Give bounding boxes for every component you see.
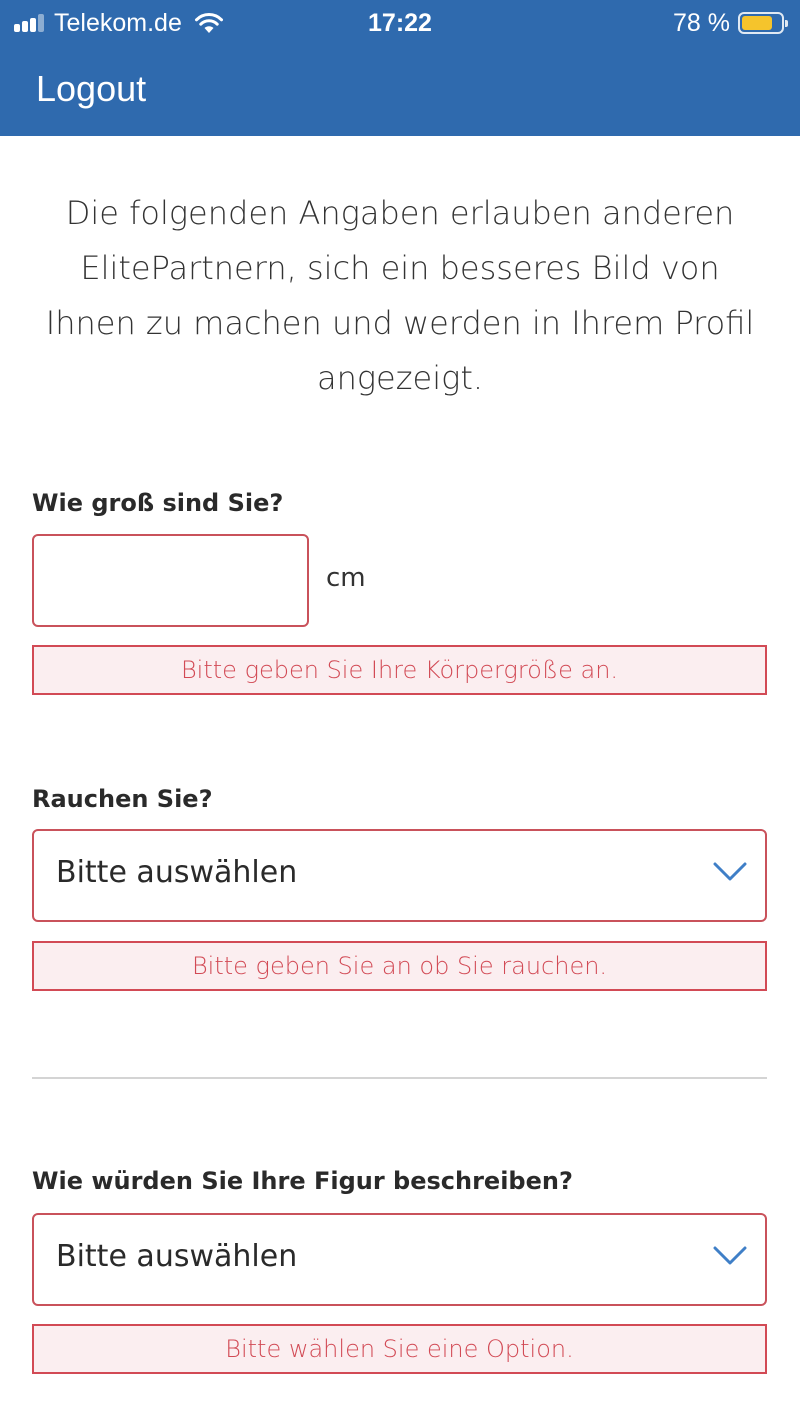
height-error-message: Bitte geben Sie Ihre Körpergröße an. [32,645,767,695]
figure-select-value: Bitte auswählen [56,1239,298,1274]
chevron-down-icon [713,1246,747,1265]
intro-text: Die folgenden Angaben erlauben anderen E… [45,194,755,397]
status-bar: Telekom.de 17:22 78 % [0,0,800,46]
logout-button[interactable]: Logout [36,68,146,110]
height-input[interactable] [32,534,309,627]
figure-label: Wie würden Sie Ihre Figur beschreiben? [32,1167,573,1195]
smoking-select-value: Bitte auswählen [56,855,298,890]
battery-level-fill [742,16,772,30]
battery-icon [738,12,788,34]
status-right: 78 % [673,8,788,38]
smoking-label: Rauchen Sie? [32,785,213,813]
nav-bar: Logout [0,46,800,136]
app-header: Telekom.de 17:22 78 % Logout [0,0,800,136]
height-unit: cm [326,563,366,593]
smoking-select[interactable]: Bitte auswählen [32,829,767,922]
height-label: Wie groß sind Sie? [32,489,284,517]
figure-error-message: Bitte wählen Sie eine Option. [32,1324,767,1374]
section-divider [32,1077,767,1079]
smoking-error-message: Bitte geben Sie an ob Sie rauchen. [32,941,767,991]
battery-percent: 78 % [673,8,730,37]
figure-select[interactable]: Bitte auswählen [32,1213,767,1306]
chevron-down-icon [713,862,747,881]
